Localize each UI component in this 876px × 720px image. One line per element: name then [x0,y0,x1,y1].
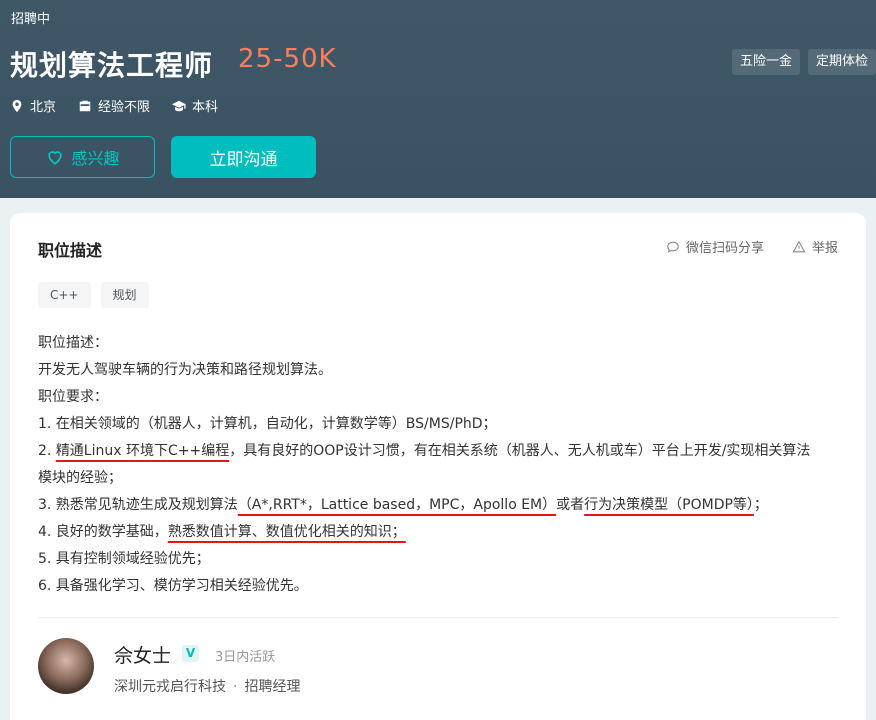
warning-icon [792,240,806,252]
desc-text: 2. [38,443,56,459]
desc-line: 职位描述： [38,335,108,351]
desc-line: 4. 良好的数学基础，熟悉数值计算、数值优化相关的知识； [38,519,838,546]
job-header: 招聘中 规划算法工程师 25-50K 五险一金 定期体检 北京 经验不限 本科 … [0,0,876,198]
chat-bubble-icon [667,241,679,253]
briefcase-icon [79,100,91,111]
underlined-text: 精通Linux 环境下C++编程 [55,443,230,459]
underlined-text: （A*,RRT*，Lattice based，MPC，Apollo EM） [237,497,557,513]
benefit-tag: 定期体检 [807,49,876,75]
desc-text: ； [753,497,768,513]
chat-now-button[interactable]: 立即沟通 [171,136,316,178]
interest-button[interactable]: 感兴趣 [10,136,155,178]
graduation-cap-icon [172,100,186,111]
skill-tag: 规划 [100,282,149,308]
location-text: 北京 [30,100,57,115]
desc-line: 1. 在相关领域的（机器人，计算机，自动化，计算数学等）BS/MS/PhD； [38,416,497,432]
salary: 25-50K [238,44,337,74]
avatar[interactable] [38,638,94,694]
heart-icon [48,151,63,165]
active-status: 3日内活跃 [215,650,276,665]
underlined-text: 行为决策模型（POMDP等） [584,497,754,513]
card-actions: 微信扫码分享 举报 [666,237,838,256]
job-description-text: 职位描述： 开发无人驾驶车辆的行为决策和路径规划算法。 职位要求： 1. 在相关… [38,330,838,600]
experience: 经验不限 [78,96,150,115]
desc-line: 5. 具有控制领域经验优先； [38,551,210,567]
recruiter-meta: 深圳元戎启行科技 · 招聘经理 [114,676,300,696]
share-link[interactable]: 微信扫码分享 [666,237,764,256]
report-label: 举报 [811,241,838,256]
experience-text: 经验不限 [98,100,151,115]
education-text: 本科 [192,100,219,115]
interest-label: 感兴趣 [71,149,120,168]
desc-line: 模块的经验； [38,470,122,486]
desc-text: 或者 [556,497,585,513]
desc-text: ，具有良好的OOP设计习惯，有在相关系统（机器人、无人机或车）平台上开发/实现相… [229,443,811,459]
desc-text: 4. 良好的数学基础， [38,524,168,540]
recruiter-role: 招聘经理 [244,679,301,695]
skill-tags: C++ 规划 [38,282,149,308]
divider [38,617,838,618]
recruiter-name: 佘女士 [114,645,172,667]
job-description-card: 职位描述 微信扫码分享 举报 C++ 规划 职位描述： 开发无人驾驶车辆的行为决… [10,213,866,720]
location-pin-icon [12,99,22,112]
location: 北京 [10,96,56,115]
underlined-text: 熟悉数值计算、数值优化相关的知识； [167,524,406,540]
desc-line: 职位要求： [38,389,108,405]
report-link[interactable]: 举报 [792,237,838,256]
verified-badge: V [182,645,199,662]
skill-tag: C++ [38,282,91,308]
company-name: 深圳元戎启行科技 [114,679,226,695]
job-status: 招聘中 [11,12,51,27]
desc-line: 6. 具备强化学习、模仿学习相关经验优先。 [38,578,308,594]
separator: · [233,679,238,695]
desc-line: 2. 精通Linux 环境下C++编程，具有良好的OOP设计习惯，有在相关系统（… [38,438,838,465]
benefit-tag: 五险一金 [731,49,800,75]
desc-line: 开发无人驾驶车辆的行为决策和路径规划算法。 [38,362,332,378]
section-title: 职位描述 [38,241,103,260]
benefit-tags: 五险一金 定期体检 [731,49,876,75]
job-title: 规划算法工程师 [10,49,214,82]
desc-line: 3. 熟悉常见轨迹生成及规划算法（A*,RRT*，Lattice based，M… [38,492,838,519]
education: 本科 [172,96,218,115]
job-meta: 北京 经验不限 本科 [10,96,218,115]
desc-text: 3. 熟悉常见轨迹生成及规划算法 [38,497,238,513]
share-label: 微信扫码分享 [685,241,764,256]
